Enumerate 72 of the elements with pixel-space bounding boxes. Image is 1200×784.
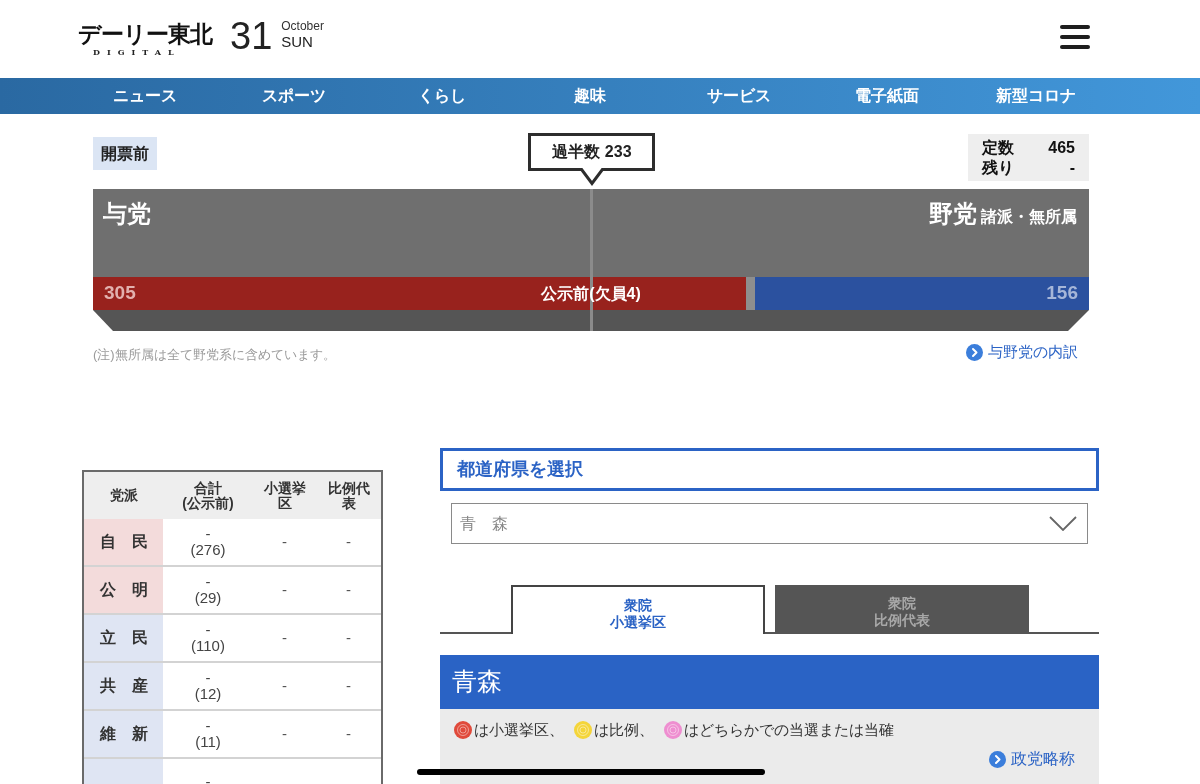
chevron-down-icon — [1049, 516, 1077, 531]
opposition-sublabel: 諸派・無所属 — [981, 207, 1077, 227]
chevron-circle-icon — [966, 343, 983, 361]
nav-link[interactable]: 電子紙面 — [855, 86, 920, 106]
prefecture-title-bar: 青森 — [440, 655, 1099, 709]
party-name-cell: 公 明 — [84, 567, 163, 613]
date-day: 31 — [230, 17, 273, 55]
callout-pointer-icon — [579, 168, 605, 186]
table-cell-text: - — [282, 627, 287, 648]
opposition-seat-count: 156 — [1046, 281, 1078, 306]
seat-count-value: 465 — [1047, 138, 1075, 158]
nav-link[interactable]: ニュース — [113, 86, 178, 106]
party-name-cell: 自 民 — [84, 519, 163, 565]
table-cell-text: - — [346, 579, 351, 600]
party-name-cell: 維 新 — [84, 711, 163, 757]
site-logo[interactable]: デーリー東北 — [78, 21, 212, 47]
vacancy-label: 公示前(欠員4) — [541, 283, 641, 304]
seat-total: - — [205, 622, 211, 638]
pre-election-seats: (12) — [194, 686, 222, 702]
seat-total: - — [205, 670, 211, 686]
seat-count-value: - — [1068, 157, 1075, 177]
date-month: October — [281, 18, 324, 33]
status-badge: 開票前 — [93, 137, 157, 170]
seat-total: - — [205, 718, 211, 734]
vacant-seats-bar — [746, 277, 756, 310]
table-cell-text: - — [282, 675, 287, 696]
date-weekday: SUN — [281, 32, 314, 50]
pre-election-seats: (29) — [194, 590, 222, 606]
chevron-circle-icon — [989, 750, 1006, 768]
footnote: (注)無所属は全て野党系に含めています。 — [93, 346, 336, 365]
ruling-seat-count: 305 — [104, 281, 136, 306]
seat-count-label: 残り — [982, 157, 1014, 177]
table-cell-text: - — [346, 723, 351, 744]
pre-election-seats: (276) — [190, 542, 226, 558]
pre-election-seats: (110) — [191, 638, 225, 654]
table-cell-text: - — [282, 531, 287, 552]
table-cell-text: - — [282, 579, 287, 600]
seat-count-label: 定数 — [982, 138, 1014, 158]
tab[interactable]: 衆院 比例代表 — [775, 585, 1029, 632]
legend-text: はどちらかでの当選または当確 — [684, 720, 894, 740]
table-cell-text: - — [346, 675, 351, 696]
prefecture-select[interactable]: 青 森 — [451, 503, 1088, 544]
party-name-cell: 共 産 — [84, 663, 163, 709]
seat-total: - — [205, 574, 211, 590]
seat-total: - — [205, 526, 211, 542]
nav-link[interactable]: くらし — [418, 86, 467, 106]
table-cell-text: - — [346, 531, 351, 552]
table-cell-text: - — [282, 723, 287, 744]
ruling-label: 与党 — [103, 199, 151, 229]
nav-link[interactable]: サービス — [706, 86, 771, 106]
menu-button[interactable] — [1060, 25, 1090, 49]
column-header: 党派 — [108, 486, 139, 505]
legend-text: は小選挙区、 — [474, 720, 564, 740]
menu-icon — [1060, 25, 1090, 49]
legend-text: は比例、 — [594, 720, 654, 740]
table-cell-text: - — [346, 627, 351, 648]
breakdown-link[interactable]: 与野党の内訳 — [966, 340, 1089, 364]
majority-callout: 過半数 233 — [528, 133, 656, 186]
nav-link[interactable]: 趣味 — [574, 86, 607, 106]
seat-total: - — [205, 774, 211, 784]
column-header: 比例代表 — [326, 478, 371, 513]
nav-link[interactable]: スポーツ — [261, 86, 326, 106]
column-header: 合計 (公示前) — [181, 478, 235, 513]
nav-link[interactable]: 新型コロナ — [995, 86, 1076, 106]
party-name-cell: 立 民 — [84, 615, 163, 661]
column-header: 小選挙区 — [262, 478, 307, 513]
pre-election-seats: (11) — [195, 734, 221, 750]
prefecture-heading: 都道府県を選択 — [440, 448, 1099, 491]
tab[interactable]: 衆院 小選挙区 — [511, 585, 765, 634]
opposition-label: 野党 — [929, 199, 977, 229]
party-abbreviation-link[interactable]: 政党略称 — [989, 747, 1075, 771]
logo-subtitle: DIGITAL — [93, 47, 181, 57]
